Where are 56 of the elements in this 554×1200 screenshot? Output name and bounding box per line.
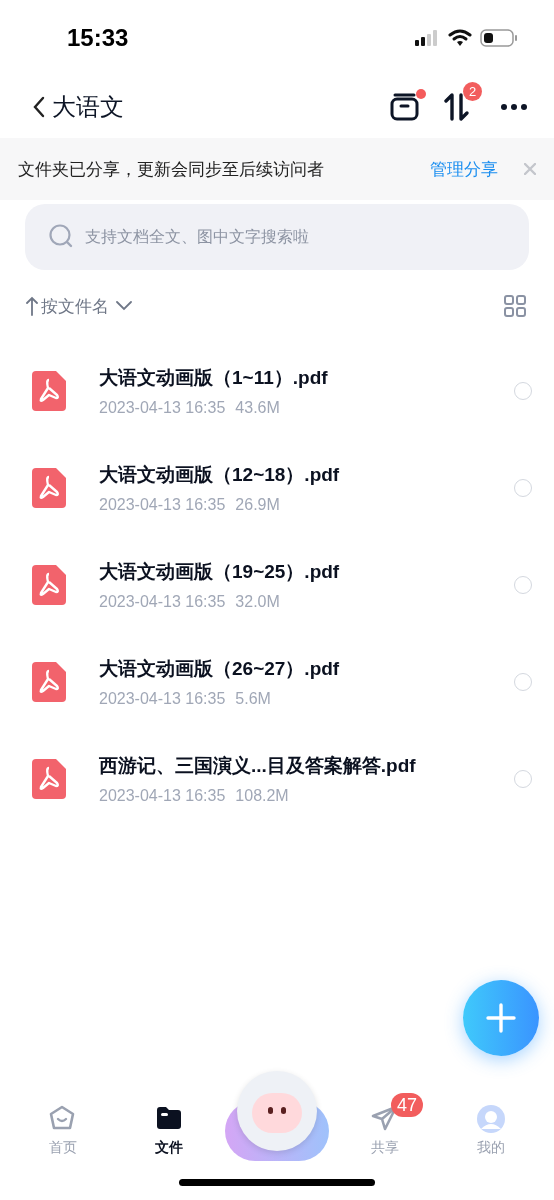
mascot-drawing[interactable] <box>225 1071 329 1161</box>
sort-button[interactable]: 按文件名 <box>26 294 132 318</box>
file-row[interactable]: 大语文动画版（26~27）.pdf 2023-04-13 16:35 5.6M <box>0 633 554 730</box>
chevron-down-icon <box>116 301 132 311</box>
file-date: 2023-04-13 16:35 <box>99 398 226 416</box>
file-row[interactable]: 大语文动画版（12~18）.pdf 2023-04-13 16:35 26.9M <box>0 439 554 536</box>
close-button[interactable] <box>524 163 536 175</box>
pdf-file-icon <box>32 661 66 702</box>
more-icon <box>500 103 528 111</box>
back-button[interactable]: 大语文 <box>32 91 124 123</box>
file-size: 108.2M <box>235 786 289 804</box>
avatar-icon <box>477 1105 505 1133</box>
count-badge: 2 <box>463 82 482 101</box>
status-time: 15:33 <box>67 24 129 52</box>
transfer-icon <box>444 92 470 122</box>
battery-icon <box>480 29 518 47</box>
file-size: 43.6M <box>235 398 280 416</box>
file-date: 2023-04-13 16:35 <box>99 786 226 804</box>
wifi-icon <box>448 29 472 47</box>
tab[interactable]: 文件 <box>119 1091 219 1157</box>
file-date: 2023-04-13 16:35 <box>99 592 226 610</box>
file-name: 大语文动画版（19~25）.pdf <box>99 559 341 584</box>
inbox-button[interactable] <box>390 87 426 121</box>
up-arrow-icon <box>26 296 38 316</box>
search-input[interactable]: 支持文档全文、图中文字搜索啦 <box>83 227 509 247</box>
page-title: 大语文 <box>52 92 124 122</box>
file-date: 2023-04-13 16:35 <box>99 689 226 707</box>
close-icon <box>524 163 536 175</box>
pdf-file-icon <box>32 467 66 508</box>
file-row[interactable]: 大语文动画版（1~11）.pdf 2023-04-13 16:35 43.6M <box>0 342 554 439</box>
tray-icon <box>390 93 420 121</box>
file-name: 大语文动画版（1~11）.pdf <box>99 365 329 390</box>
pdf-file-icon <box>32 758 66 799</box>
grid-view-button[interactable] <box>504 295 526 317</box>
plus-icon <box>486 1003 516 1033</box>
banner-message: 文件夹已分享，更新会同步至后续访问者 <box>18 158 325 181</box>
back-icon <box>32 96 46 118</box>
file-name: 西游记、三国演义...目及答案解答.pdf <box>99 753 417 778</box>
grid-icon <box>504 295 526 317</box>
file-name: 大语文动画版（26~27）.pdf <box>99 656 341 681</box>
file-row[interactable]: 大语文动画版（19~25）.pdf 2023-04-13 16:35 32.0M <box>0 536 554 633</box>
more-button[interactable] <box>500 103 528 111</box>
file-name: 大语文动画版（12~18）.pdf <box>99 462 341 487</box>
signal-icon <box>414 30 440 46</box>
pdf-file-icon <box>32 370 66 411</box>
search-icon <box>49 224 75 250</box>
pdf-file-icon <box>32 564 66 605</box>
search-field[interactable]: 支持文档全文、图中文字搜索啦 <box>25 204 529 270</box>
add-button[interactable] <box>463 980 539 1056</box>
file-row[interactable]: 西游记、三国演义...目及答案解答.pdf 2023-04-13 16:35 108.2M <box>0 730 554 827</box>
file-size: 32.0M <box>235 592 280 610</box>
file-size: 26.9M <box>235 495 280 513</box>
file-date: 2023-04-13 16:35 <box>99 495 226 513</box>
file-size: 5.6M <box>235 689 271 707</box>
count-badge: 47 <box>390 1093 423 1117</box>
sort-label: 按文件名 <box>41 295 109 318</box>
